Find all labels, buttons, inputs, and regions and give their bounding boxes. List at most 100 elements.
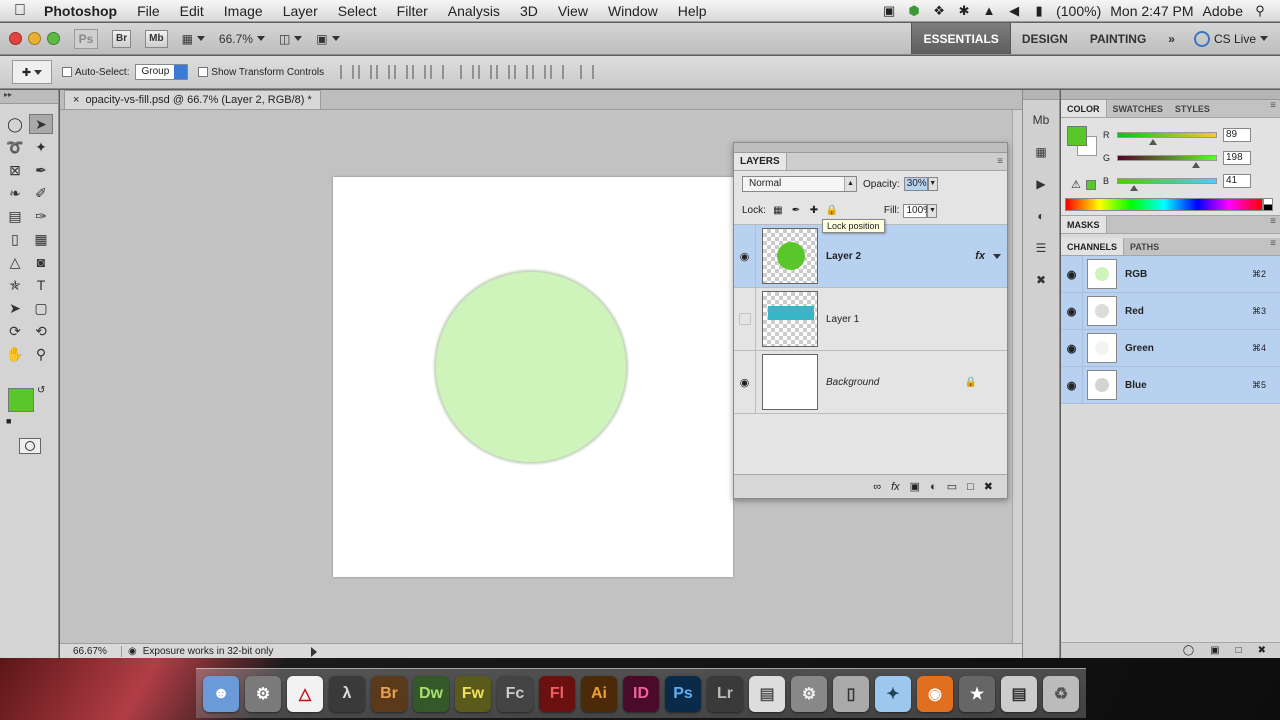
- new-channel-icon[interactable]: □: [1236, 645, 1242, 656]
- screen-mode-menu[interactable]: ▣: [316, 32, 340, 46]
- add-mask-icon[interactable]: ▣: [910, 480, 920, 493]
- align-bottom-icon[interactable]: [376, 65, 391, 79]
- blur-tool-icon[interactable]: △: [3, 252, 27, 272]
- adjustments-icon[interactable]: ◐: [1027, 204, 1055, 228]
- distribute-right-icon[interactable]: [550, 65, 565, 79]
- out-of-gamut-warning-icon[interactable]: ⚠: [1071, 178, 1081, 191]
- tab-paths[interactable]: PATHS: [1124, 238, 1165, 255]
- trash-icon[interactable]: ✖: [1258, 645, 1266, 656]
- menubar-clock[interactable]: Mon 2:47 PM: [1110, 3, 1193, 19]
- dock-app-dreamweaver[interactable]: Dw: [413, 675, 449, 712]
- green-slider[interactable]: [1117, 155, 1217, 168]
- type-tool-icon[interactable]: T: [29, 275, 53, 295]
- visibility-toggle[interactable]: ◉: [734, 225, 756, 287]
- default-colors-icon[interactable]: ■: [6, 416, 11, 426]
- gamut-swatch[interactable]: [1086, 180, 1096, 190]
- auto-align-icon[interactable]: [580, 65, 595, 79]
- distribute-left-icon[interactable]: [514, 65, 529, 79]
- utility-app-icon[interactable]: ⚙: [791, 675, 827, 712]
- apple-menu-icon[interactable]: : [0, 2, 40, 20]
- rectangle-tool-icon[interactable]: ▢: [29, 298, 53, 318]
- panel-menu-icon[interactable]: ≡: [1270, 216, 1276, 233]
- workspace-design[interactable]: DESIGN: [1011, 23, 1079, 54]
- tab-swatches[interactable]: SWATCHES: [1107, 100, 1169, 117]
- marquee-tool-icon[interactable]: ◯: [3, 114, 27, 134]
- acrobat-icon[interactable]: △: [287, 675, 323, 712]
- launch-bridge-button[interactable]: Br: [112, 29, 132, 48]
- eraser-tool-icon[interactable]: ▯: [3, 229, 27, 249]
- close-window-button[interactable]: [9, 32, 22, 45]
- tools-preset-icon[interactable]: ✖: [1027, 268, 1055, 292]
- green-circle-shape[interactable]: [436, 272, 626, 462]
- workspace-essentials[interactable]: ESSENTIALS: [911, 23, 1011, 54]
- healing-brush-tool-icon[interactable]: ❧: [3, 183, 27, 203]
- dock-app-bridge[interactable]: Br: [371, 675, 407, 712]
- checkbox-box[interactable]: [62, 67, 72, 77]
- panel-menu-icon[interactable]: ≡: [1270, 100, 1276, 117]
- layers-tab[interactable]: LAYERS: [734, 153, 787, 170]
- save-selection-icon[interactable]: ▣: [1210, 645, 1219, 656]
- fill-field[interactable]: 100%: [903, 203, 932, 218]
- link-layers-icon[interactable]: ∞: [873, 481, 881, 493]
- history-icon[interactable]: ▦: [1027, 140, 1055, 164]
- layer-row-background[interactable]: ◉ Background 🔒: [734, 351, 1007, 414]
- 3d-orbit-tool-icon[interactable]: ⟲: [29, 321, 53, 341]
- launch-mini-bridge-button[interactable]: Mb: [145, 29, 168, 48]
- panel-drag-bar[interactable]: [734, 143, 1007, 153]
- red-value-field[interactable]: 89: [1223, 128, 1251, 142]
- distribute-top-icon[interactable]: [460, 65, 475, 79]
- add-style-icon[interactable]: fx: [891, 481, 900, 493]
- camera-icon[interactable]: ▣: [881, 4, 897, 17]
- documents-stack-icon[interactable]: ▤: [1001, 675, 1037, 712]
- channel-row-green[interactable]: ◉ Green ⌘4: [1061, 330, 1280, 367]
- cs-live-menu[interactable]: CS Live: [1193, 30, 1268, 47]
- quick-selection-tool-icon[interactable]: ✦: [29, 137, 53, 157]
- iphone-config-icon[interactable]: ▯: [833, 675, 869, 712]
- layer-thumbnail[interactable]: [762, 354, 818, 410]
- green-status-icon[interactable]: ⬢: [906, 4, 922, 17]
- lock-all-icon[interactable]: 🔒: [826, 205, 838, 217]
- tab-masks[interactable]: MASKS: [1061, 216, 1107, 233]
- panel-menu-icon[interactable]: ≡: [1270, 238, 1276, 255]
- document-tab[interactable]: × opacity-vs-fill.psd @ 66.7% (Layer 2, …: [64, 90, 321, 109]
- align-vcenter-icon[interactable]: [358, 65, 373, 79]
- layer-row-layer-1[interactable]: Layer 1: [734, 288, 1007, 351]
- tab-color[interactable]: COLOR: [1061, 100, 1107, 117]
- zoom-window-button[interactable]: [47, 32, 60, 45]
- menu-view[interactable]: View: [548, 3, 598, 19]
- load-selection-icon[interactable]: ◯: [1183, 645, 1194, 656]
- auto-select-checkbox[interactable]: Auto-Select:: [62, 67, 129, 78]
- properties-icon[interactable]: ☰: [1027, 236, 1055, 260]
- dock-app-photoshop[interactable]: Ps: [665, 675, 701, 712]
- checkbox-box[interactable]: [198, 67, 209, 77]
- layer-name[interactable]: Layer 1: [826, 314, 859, 325]
- layer-name[interactable]: Background: [826, 377, 879, 388]
- new-group-icon[interactable]: ▭: [947, 480, 957, 493]
- distribute-bottom-icon[interactable]: [496, 65, 511, 79]
- zoom-tool-icon[interactable]: ⚲: [29, 344, 53, 364]
- visibility-toggle[interactable]: [734, 288, 756, 350]
- distribute-hcenter-icon[interactable]: [532, 65, 547, 79]
- trash-icon[interactable]: ♻: [1043, 675, 1079, 712]
- crop-tool-icon[interactable]: ⊠: [3, 160, 27, 180]
- lasso-tool-icon[interactable]: ➰: [3, 137, 27, 157]
- menu-layer[interactable]: Layer: [273, 3, 328, 19]
- battery-icon[interactable]: ▮: [1031, 4, 1047, 17]
- opacity-field[interactable]: 30%: [903, 177, 928, 191]
- collapse-icon[interactable]: ▸▸: [0, 90, 58, 104]
- firefox-icon[interactable]: ◉: [917, 675, 953, 712]
- preview-app-icon[interactable]: ▤: [749, 675, 785, 712]
- black-white-swatch[interactable]: [1263, 198, 1273, 211]
- green-value-field[interactable]: 198: [1223, 151, 1251, 165]
- status-menu-arrow-icon[interactable]: [310, 646, 317, 657]
- swap-colors-icon[interactable]: ↺: [37, 385, 45, 396]
- system-prefs-icon[interactable]: ⚙: [245, 675, 281, 712]
- dock-app-catalyst[interactable]: Fc: [497, 675, 533, 712]
- eyedropper-tool-icon[interactable]: ✒: [29, 160, 53, 180]
- layer-thumbnail[interactable]: [762, 291, 818, 347]
- show-transform-checkbox[interactable]: Show Transform Controls: [198, 67, 324, 78]
- menu-edit[interactable]: Edit: [170, 3, 214, 19]
- status-zoom[interactable]: 66.67%: [60, 646, 122, 657]
- finder-icon[interactable]: ☻: [203, 675, 239, 712]
- view-extras-menu[interactable]: ▦: [182, 32, 205, 46]
